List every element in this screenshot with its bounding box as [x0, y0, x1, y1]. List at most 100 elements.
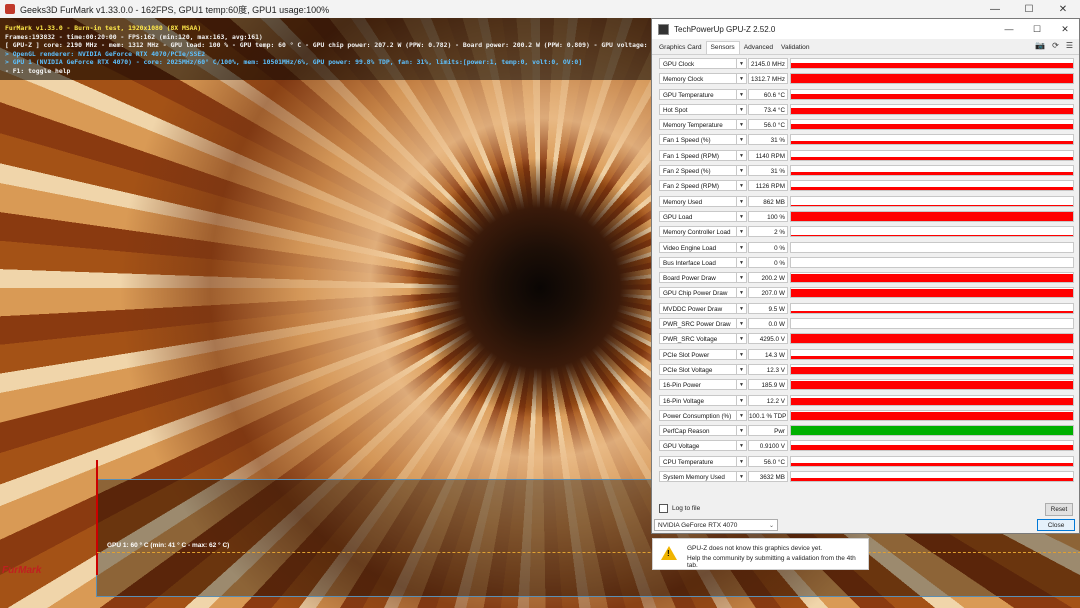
sensor-value: 0 %: [748, 241, 788, 253]
chevron-down-icon: ⌄: [768, 523, 774, 529]
device-select-value: NVIDIA GeForce RTX 4070: [658, 522, 738, 529]
sensor-dropdown-icon[interactable]: ▼: [737, 409, 747, 421]
sensor-name: Board Power Draw: [659, 272, 737, 284]
sensor-dropdown-icon[interactable]: ▼: [737, 471, 747, 483]
sensor-dropdown-icon[interactable]: ▼: [737, 165, 747, 177]
sensor-value: 100 %: [748, 210, 788, 222]
sensor-value: 0 %: [748, 256, 788, 268]
sensor-dropdown-icon[interactable]: ▼: [737, 119, 747, 131]
sensor-graph: [790, 195, 1074, 207]
tab-validation[interactable]: Validation: [777, 42, 813, 54]
sensor-name: Fan 2 Speed (RPM): [659, 180, 737, 192]
sensor-dropdown-icon[interactable]: ▼: [737, 241, 747, 253]
sensor-dropdown-icon[interactable]: ▼: [737, 455, 747, 467]
gpuz-close-button[interactable]: ✕: [1051, 19, 1079, 39]
sensor-row: System Memory Used ▼ 3632 MB: [657, 470, 1075, 485]
sensor-graph: [790, 272, 1074, 284]
sensor-name: Fan 1 Speed (RPM): [659, 149, 737, 161]
tab-sensors[interactable]: Sensors: [705, 41, 740, 54]
sensor-dropdown-icon[interactable]: ▼: [737, 302, 747, 314]
osd-line: Frames:193832 - time:00:20:00 - FPS:162 …: [5, 32, 263, 41]
sensor-dropdown-icon[interactable]: ▼: [737, 348, 747, 360]
sensor-row: PCIe Slot Voltage ▼ 12.3 V: [657, 363, 1075, 378]
sensor-graph: [790, 287, 1074, 299]
warning-icon-mark: !: [667, 549, 670, 558]
sensor-dropdown-icon[interactable]: ▼: [737, 363, 747, 375]
tab-advanced[interactable]: Advanced: [740, 42, 777, 54]
log-to-file-option[interactable]: Log to file: [659, 504, 700, 513]
sensor-dropdown-icon[interactable]: ▼: [737, 287, 747, 299]
sensor-name: GPU Load: [659, 210, 737, 222]
sensor-value: 207.0 W: [748, 287, 788, 299]
maximize-button[interactable]: ☐: [1012, 0, 1046, 18]
sensor-dropdown-icon[interactable]: ▼: [737, 58, 747, 69]
sensor-graph: [790, 379, 1074, 391]
sensor-graph: [790, 226, 1074, 238]
log-to-file-checkbox[interactable]: [659, 504, 668, 513]
sensor-graph: [790, 333, 1074, 345]
sensor-dropdown-icon[interactable]: ▼: [737, 210, 747, 222]
sensor-row: PCIe Slot Power ▼ 14.3 W: [657, 348, 1075, 363]
tab-graphics-card[interactable]: Graphics Card: [655, 42, 706, 54]
sensor-dropdown-icon[interactable]: ▼: [737, 226, 747, 238]
sensor-dropdown-icon[interactable]: ▼: [737, 73, 747, 85]
sensor-value: 0.0 W: [748, 318, 788, 330]
furmark-app-icon: [5, 4, 15, 14]
gpuz-maximize-button[interactable]: ☐: [1023, 19, 1051, 39]
sensor-row: Board Power Draw ▼ 200.2 W: [657, 271, 1075, 286]
sensor-graph-fill: [791, 74, 1073, 84]
sensor-name: 16-Pin Power: [659, 379, 737, 391]
gpuz-app-icon: [658, 23, 669, 35]
close-gpuz-button[interactable]: Close: [1037, 519, 1075, 531]
sensor-value: 31 %: [748, 165, 788, 177]
sensor-dropdown-icon[interactable]: ▼: [737, 440, 747, 452]
graph-marker: [96, 460, 98, 575]
sensor-row: GPU Load ▼ 100 %: [657, 210, 1075, 225]
gpuz-titlebar: TechPowerUp GPU-Z 2.52.0 — ☐ ✕: [652, 19, 1079, 39]
sensor-graph: [790, 103, 1074, 115]
reset-button[interactable]: Reset: [1045, 503, 1073, 516]
sensor-graph: [790, 149, 1074, 161]
device-select[interactable]: NVIDIA GeForce RTX 4070 ⌄: [654, 519, 778, 531]
sensor-graph-fill: [791, 124, 1073, 130]
sensor-dropdown-icon[interactable]: ▼: [737, 379, 747, 391]
sensor-row: Power Consumption (%) ▼ 100.1 % TDP: [657, 409, 1075, 424]
sensor-graph-fill: [791, 445, 1073, 451]
sensor-value: 73.4 °C: [748, 103, 788, 115]
sensor-value: 12.2 V: [748, 394, 788, 406]
refresh-icon[interactable]: ⟳: [1052, 41, 1059, 50]
sensor-graph-fill: [791, 462, 1073, 466]
minimize-button[interactable]: —: [978, 0, 1012, 18]
sensor-value: 0.9100 V: [748, 440, 788, 452]
sensor-dropdown-icon[interactable]: ▼: [737, 134, 747, 146]
sensor-value: 9.5 W: [748, 302, 788, 314]
sensor-dropdown-icon[interactable]: ▼: [737, 103, 747, 115]
gpuz-window-title: TechPowerUp GPU-Z 2.52.0: [674, 24, 776, 34]
sensor-dropdown-icon[interactable]: ▼: [737, 180, 747, 192]
sensor-dropdown-icon[interactable]: ▼: [737, 333, 747, 345]
sensor-row: GPU Chip Power Draw ▼ 207.0 W: [657, 286, 1075, 301]
camera-icon[interactable]: 📷: [1035, 41, 1045, 50]
menu-icon[interactable]: ☰: [1066, 41, 1073, 50]
sensor-list: GPU Clock ▼ 2145.0 MHz Memory Clock ▼ 1312.7 …: [657, 57, 1075, 485]
sensor-graph: [790, 471, 1074, 483]
sensor-graph: [790, 119, 1074, 131]
sensor-dropdown-icon[interactable]: ▼: [737, 256, 747, 268]
sensor-dropdown-icon[interactable]: ▼: [737, 394, 747, 406]
sensor-graph-fill: [791, 334, 1073, 344]
sensor-dropdown-icon[interactable]: ▼: [737, 318, 747, 330]
sensor-row: PerfCap Reason ▼ Pwr: [657, 424, 1075, 439]
sensor-row: CPU Temperature ▼ 56.0 °C: [657, 455, 1075, 470]
close-button[interactable]: ✕: [1046, 0, 1080, 18]
sensor-dropdown-icon[interactable]: ▼: [737, 149, 747, 161]
sensor-name: GPU Chip Power Draw: [659, 287, 737, 299]
furmark-window-title: Geeks3D FurMark v1.33.0.0 - 162FPS, GPU1…: [20, 4, 330, 15]
sensor-dropdown-icon[interactable]: ▼: [737, 425, 747, 437]
sensor-value: 4295.0 V: [748, 333, 788, 345]
sensor-dropdown-icon[interactable]: ▼: [737, 195, 747, 207]
sensor-graph: [790, 348, 1074, 360]
sensor-graph-fill: [791, 187, 1073, 191]
gpuz-minimize-button[interactable]: —: [995, 19, 1023, 39]
sensor-dropdown-icon[interactable]: ▼: [737, 88, 747, 100]
sensor-dropdown-icon[interactable]: ▼: [737, 272, 747, 284]
